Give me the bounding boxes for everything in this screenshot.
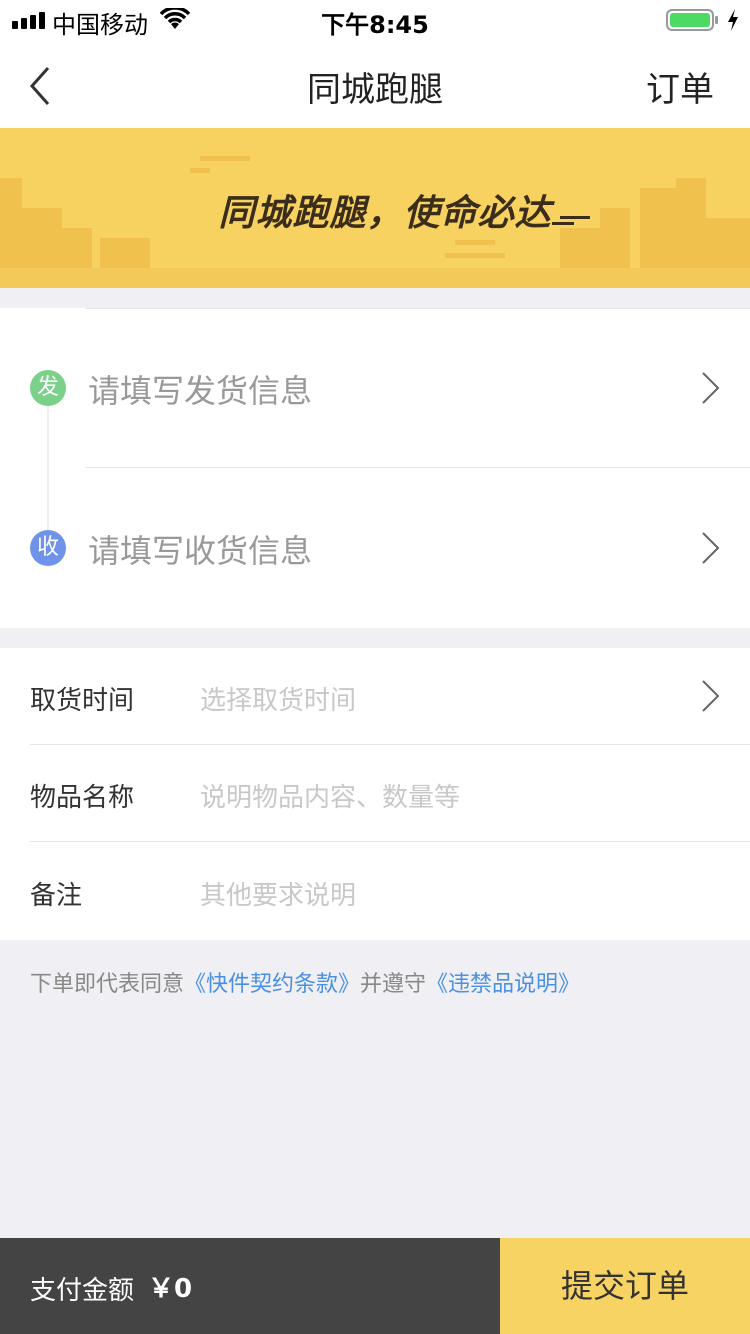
item-name-label: 物品名称 (30, 783, 135, 813)
agreement-prefix: 下单即代表同意 (30, 972, 185, 997)
receiver-badge: 收 (30, 530, 66, 566)
chevron-right-icon (702, 372, 720, 404)
remarks-input[interactable]: 其他要求说明 (200, 875, 356, 912)
sender-info-row[interactable]: 发 请填写发货信息 (0, 308, 750, 468)
receiver-placeholder: 请填写收货信息 (88, 532, 313, 570)
nav-bar: 同城跑腿 订单 (0, 40, 750, 128)
sender-badge: 发 (30, 370, 66, 406)
banner-slogan: 同城跑腿，使命必达 (218, 193, 552, 234)
divider (30, 841, 750, 842)
pay-amount-value: ￥0 (148, 1274, 193, 1304)
status-bar: 中国移动 下午8:45 (0, 0, 750, 40)
orders-button[interactable]: 订单 (646, 62, 714, 111)
charging-icon (728, 9, 738, 31)
payment-summary: 支付金额 ￥0 (0, 1238, 500, 1334)
pickup-time-row[interactable]: 取货时间 选择取货时间 (0, 648, 750, 745)
sender-placeholder: 请填写发货信息 (88, 372, 313, 410)
prohibited-items-link[interactable]: 《违禁品说明》 (426, 972, 580, 997)
pickup-time-label: 取货时间 (30, 686, 135, 716)
battery-icon (666, 9, 718, 31)
item-name-input[interactable]: 说明物品内容、数量等 (200, 777, 460, 814)
pickup-time-field[interactable]: 选择取货时间 (200, 680, 356, 717)
clock: 下午8:45 (321, 11, 429, 39)
item-name-row: 物品名称 说明物品内容、数量等 (0, 745, 750, 842)
remarks-row: 备注 其他要求说明 (0, 843, 750, 940)
address-card: 发 请填写发货信息 收 请填写收货信息 (0, 308, 750, 628)
chevron-right-icon (702, 532, 720, 564)
remarks-label: 备注 (30, 881, 83, 911)
bottom-bar: 支付金额 ￥0 提交订单 (0, 1238, 750, 1334)
submit-order-button[interactable]: 提交订单 (500, 1238, 750, 1334)
banner: 同城跑腿，使命必达 (0, 128, 750, 288)
express-terms-link[interactable]: 《快件契约条款》 (184, 972, 360, 997)
order-form: 取货时间 选择取货时间 物品名称 说明物品内容、数量等 备注 其他要求说明 (0, 648, 750, 940)
receiver-info-row[interactable]: 收 请填写收货信息 (0, 468, 750, 628)
agreement-text: 下单即代表同意《快件契约条款》并遵守《违禁品说明》 (30, 966, 580, 998)
agreement-middle: 并遵守 (360, 972, 427, 997)
chevron-right-icon (702, 680, 720, 712)
pay-amount-label: 支付金额 (30, 1276, 135, 1306)
page-title: 同城跑腿 (307, 70, 443, 110)
